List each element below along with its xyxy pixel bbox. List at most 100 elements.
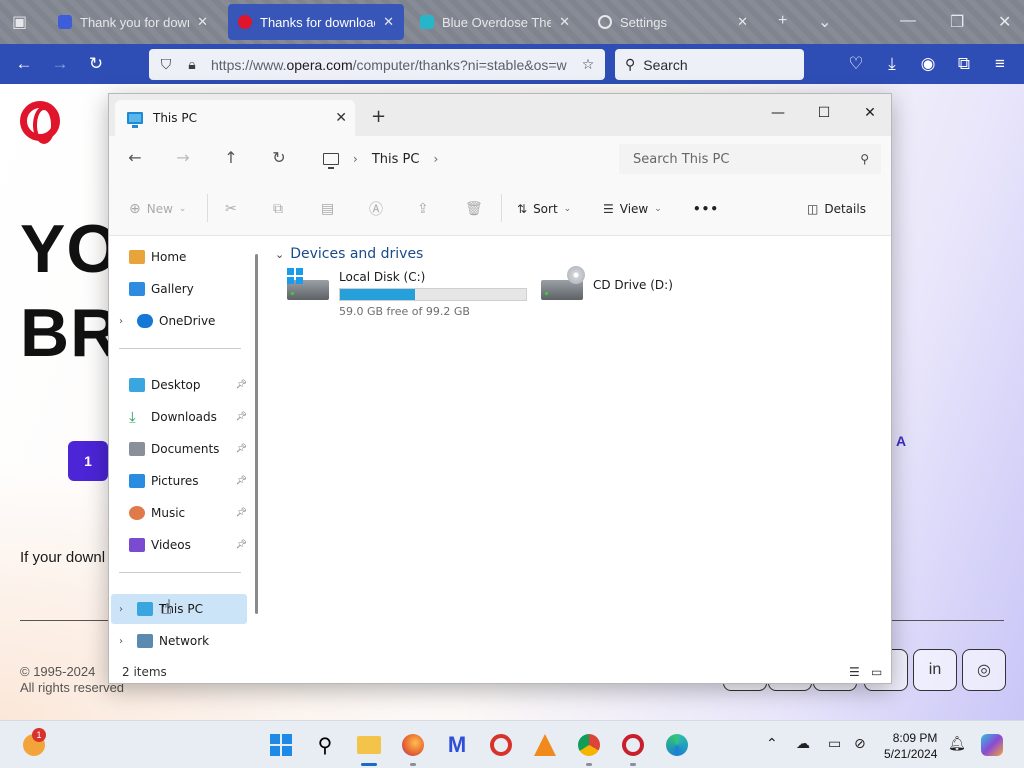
close-tab-icon[interactable]: ✕ — [335, 110, 347, 126]
chevron-down-icon: ⌄ — [178, 204, 187, 214]
forward-arrow-icon[interactable]: → — [173, 148, 193, 167]
tab-overview-icon[interactable]: ▣ — [12, 12, 27, 32]
new-tab-button[interactable]: + — [371, 106, 386, 127]
details-button[interactable]: ◫ Details — [807, 199, 866, 219]
chevron-right-icon[interactable]: › — [353, 152, 358, 166]
taskbar-ccleaner[interactable] — [485, 729, 517, 761]
tiles-view-icon[interactable]: ▭ — [871, 665, 882, 679]
explorer-tab[interactable]: This PC ✕ — [115, 100, 355, 136]
sidebar-item-pictures[interactable]: Pictures 📌︎ — [111, 466, 247, 496]
sidebar-item-gallery[interactable]: Gallery — [111, 274, 247, 304]
display-icon[interactable]: ▭ — [828, 735, 841, 752]
taskbar-firefox[interactable] — [397, 729, 429, 766]
close-tab-icon[interactable]: ✕ — [197, 14, 208, 30]
chevron-right-icon[interactable]: › — [433, 152, 438, 166]
group-header[interactable]: ⌄ Devices and drives — [275, 246, 423, 262]
rename-icon[interactable]: Ⓐ — [369, 199, 383, 219]
forward-arrow-icon[interactable]: → — [50, 54, 70, 74]
back-arrow-icon[interactable]: ← — [14, 54, 34, 74]
view-button[interactable]: ☰ View ⌄ — [603, 199, 662, 219]
sidebar-item-desktop[interactable]: Desktop 📌︎ — [111, 370, 247, 400]
chevron-down-icon[interactable]: ⌄ — [275, 248, 284, 261]
more-options-button[interactable]: ••• — [693, 199, 719, 219]
browser-search-bar[interactable]: ⚲ Search — [615, 49, 804, 80]
taskbar-malwarebytes[interactable]: M — [441, 729, 473, 761]
sidebar-item-music[interactable]: Music 📌︎ — [111, 498, 247, 528]
account-icon[interactable]: ◉ — [918, 54, 938, 74]
breadcrumb-item[interactable]: This PC — [372, 152, 420, 167]
close-window-button[interactable]: ✕ — [847, 100, 893, 126]
notification-bell-icon[interactable]: 🔔︎ — [948, 735, 966, 752]
sidebar-item-documents[interactable]: Documents 📌︎ — [111, 434, 247, 464]
breadcrumb[interactable]: › This PC › — [313, 144, 605, 174]
system-clock[interactable]: 8:09 PM 5/21/2024 — [884, 730, 937, 762]
chevron-right-icon[interactable]: › — [119, 604, 133, 615]
minimize-button[interactable]: — — [900, 12, 916, 30]
chevron-right-icon[interactable]: › — [119, 636, 133, 647]
sidebar-item-home[interactable]: Home — [111, 242, 247, 272]
new-button[interactable]: ⊕ New ⌄ — [129, 199, 186, 219]
reload-icon[interactable]: ↻ — [86, 54, 106, 74]
paste-icon[interactable]: ▤ — [321, 199, 334, 219]
instagram-icon[interactable]: ◎ — [962, 649, 1006, 691]
extensions-icon[interactable]: ⧉ — [954, 54, 974, 74]
taskbar-file-explorer[interactable] — [353, 729, 385, 766]
bookmark-star-icon[interactable]: ☆ — [579, 56, 597, 73]
sort-button[interactable]: ⇅ Sort ⌄ — [517, 199, 571, 219]
sidebar-item-onedrive[interactable]: › OneDrive — [111, 306, 247, 336]
minimize-button[interactable]: — — [755, 100, 801, 126]
sidebar-scrollbar[interactable] — [255, 254, 258, 614]
app-icon — [622, 734, 644, 756]
taskbar-chrome[interactable] — [573, 729, 605, 766]
copilot-button[interactable] — [976, 729, 1008, 761]
pocket-icon[interactable]: ♡ — [846, 54, 866, 74]
drive-c[interactable]: Local Disk (C:) 59.0 GB free of 99.2 GB — [287, 268, 537, 320]
linkedin-icon[interactable]: in — [913, 649, 957, 691]
onedrive-offline-icon[interactable]: ☁ — [796, 735, 810, 752]
page-link-fragment[interactable]: A — [896, 433, 906, 449]
new-tab-button[interactable]: + — [778, 12, 787, 30]
copy-icon[interactable]: ⧉ — [273, 199, 283, 219]
menu-icon[interactable]: ≡ — [990, 54, 1010, 74]
lock-icon[interactable]: 🔒︎ — [183, 56, 201, 73]
explorer-search-input[interactable]: Search This PC ⚲ — [619, 144, 881, 174]
cut-icon[interactable]: ✂ — [225, 199, 237, 219]
address-bar[interactable]: ⛉ 🔒︎ https://www.opera.com/computer/than… — [149, 49, 605, 80]
close-tab-icon[interactable]: ✕ — [383, 14, 394, 30]
sidebar-item-videos[interactable]: Videos 📌︎ — [111, 530, 247, 560]
tab-thank-you[interactable]: Thank you for downloa ✕ — [48, 4, 218, 40]
up-arrow-icon[interactable]: ↑ — [221, 148, 241, 167]
sidebar-item-label: Music — [151, 506, 186, 520]
close-tab-icon[interactable]: ✕ — [737, 14, 748, 30]
taskbar-app-red[interactable] — [617, 729, 649, 766]
show-hidden-icons-chevron-icon[interactable]: ⌃ — [766, 735, 778, 752]
tab-settings[interactable]: Settings ✕ — [588, 4, 758, 40]
taskbar-vlc[interactable] — [529, 729, 561, 761]
opera-logo[interactable] — [20, 101, 60, 144]
pictures-icon — [129, 474, 145, 488]
start-button[interactable] — [265, 729, 297, 761]
chevron-down-icon[interactable]: ⌄ — [818, 12, 831, 32]
taskbar-edge[interactable] — [661, 729, 693, 761]
maximize-button[interactable]: ☐ — [801, 100, 847, 126]
tab-blue-overdose[interactable]: Blue Overdose Them ✕ — [410, 4, 580, 40]
close-tab-icon[interactable]: ✕ — [559, 14, 570, 30]
sidebar-item-network[interactable]: › Network — [111, 626, 247, 656]
refresh-icon[interactable]: ↻ — [269, 148, 289, 167]
back-arrow-icon[interactable]: ← — [125, 148, 145, 167]
download-icon[interactable]: ⤓ — [882, 54, 902, 74]
network-status-icon[interactable]: ⊘ — [854, 735, 866, 752]
tab-thanks-downloading[interactable]: Thanks for downloadin ✕ — [228, 4, 404, 40]
drive-d[interactable]: CD Drive (D:) — [541, 266, 701, 320]
sidebar-item-this-pc[interactable]: › This PC — [111, 594, 247, 624]
taskbar-search-button[interactable]: ⚲ — [309, 729, 341, 761]
url-text[interactable]: https://www.opera.com/computer/thanks?ni… — [211, 57, 571, 73]
share-icon[interactable]: ⇪ — [417, 199, 429, 219]
delete-icon[interactable]: 🗑︎ — [465, 199, 483, 219]
maximize-button[interactable]: ❐ — [950, 12, 964, 32]
chevron-right-icon[interactable]: › — [119, 316, 133, 327]
close-window-button[interactable]: ✕ — [998, 12, 1011, 32]
details-view-icon[interactable]: ☰ — [849, 665, 860, 679]
sidebar-item-downloads[interactable]: ⤓ Downloads 📌︎ — [111, 402, 247, 432]
shield-icon[interactable]: ⛉ — [157, 56, 175, 73]
